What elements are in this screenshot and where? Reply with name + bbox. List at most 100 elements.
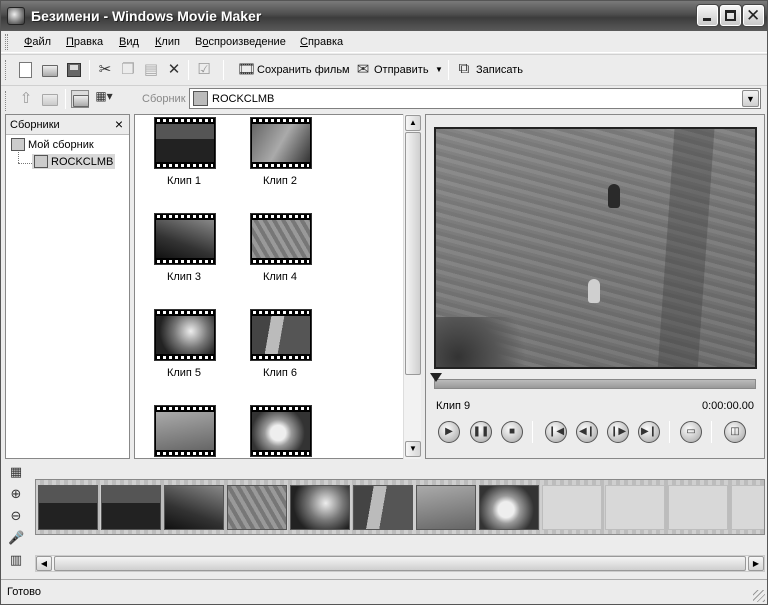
- window-title: Безимени - Windows Movie Maker: [31, 8, 262, 24]
- record-button[interactable]: Записать: [476, 64, 523, 76]
- clip-item[interactable]: Клип 3: [144, 213, 224, 303]
- storyboard-frame[interactable]: [353, 485, 413, 530]
- seek-marker-icon[interactable]: [430, 373, 442, 382]
- pause-icon: ❚❚: [472, 426, 490, 437]
- monitor-separator: [669, 421, 670, 443]
- storyboard-frame[interactable]: [479, 485, 539, 530]
- toolbar-separator: [223, 60, 224, 80]
- save-movie-icon[interactable]: 🎞: [237, 61, 257, 79]
- seek-bar[interactable]: [434, 379, 756, 389]
- split-clip-button[interactable]: ◫: [724, 421, 746, 443]
- movie-maker-icon[interactable]: [7, 7, 25, 25]
- send-dropdown-arrow-icon[interactable]: ▼: [435, 65, 443, 74]
- clip-item[interactable]: [144, 405, 224, 458]
- new-folder-icon: [42, 94, 58, 106]
- save-project-button[interactable]: [65, 61, 83, 79]
- record-icon[interactable]: ⧉: [455, 60, 473, 79]
- skip-back-icon: ❙◀: [547, 426, 565, 437]
- film-save-icon: 🎞: [237, 61, 257, 78]
- audio-levels-icon[interactable]: ▥: [8, 552, 24, 568]
- frame-forward-icon: ❙▶: [609, 426, 627, 437]
- send-button[interactable]: Отправить: [374, 64, 429, 76]
- storyboard-empty-frame[interactable]: [605, 485, 665, 530]
- cut-button[interactable]: ✂: [96, 61, 114, 79]
- paste-button[interactable]: ▤: [142, 61, 160, 79]
- resize-grip-icon[interactable]: [753, 590, 765, 602]
- delete-button[interactable]: ✕: [165, 61, 183, 79]
- previous-clip-button[interactable]: ❙◀: [545, 421, 567, 443]
- storyboard-frame[interactable]: [290, 485, 350, 530]
- save-disk-icon: [67, 63, 81, 77]
- climber-figure: [588, 279, 600, 303]
- storyboard-toggle-icon[interactable]: ▦: [8, 464, 24, 480]
- next-frame-button[interactable]: ❙▶: [607, 421, 629, 443]
- clip-item[interactable]: Клип 5: [144, 309, 224, 399]
- clips-vertical-scrollbar[interactable]: ▲ ▼: [403, 114, 421, 459]
- scroll-left-icon[interactable]: ◀: [36, 556, 52, 571]
- maximize-icon: [725, 10, 736, 21]
- send-icon[interactable]: ✉: [354, 61, 372, 79]
- pane-close-icon[interactable]: ×: [115, 116, 123, 132]
- storyboard-frame[interactable]: [38, 485, 98, 530]
- monitor-separator: [711, 421, 712, 443]
- menu-help[interactable]: Справка: [300, 36, 343, 48]
- menu-edit[interactable]: Правка: [66, 36, 103, 48]
- tree-item-my-collection[interactable]: Мой сборник: [11, 138, 94, 151]
- storyboard-frame[interactable]: [416, 485, 476, 530]
- scroll-thumb[interactable]: [54, 556, 746, 571]
- minimize-button[interactable]: [697, 5, 718, 26]
- storyboard-empty-frame[interactable]: [731, 485, 764, 530]
- close-button[interactable]: ✕: [743, 5, 764, 26]
- chevron-down-icon[interactable]: ▼: [742, 90, 759, 107]
- next-clip-button[interactable]: ▶❙: [638, 421, 660, 443]
- storyboard-empty-frame[interactable]: [542, 485, 602, 530]
- open-project-button[interactable]: [41, 61, 59, 79]
- scroll-right-icon[interactable]: ▶: [748, 556, 764, 571]
- tree-item-rockclmb[interactable]: ROCKCLMB: [32, 154, 116, 169]
- zoom-out-icon[interactable]: ⊖: [8, 508, 24, 524]
- stop-button[interactable]: ■: [501, 421, 523, 443]
- scroll-thumb[interactable]: [405, 132, 421, 375]
- copy-button[interactable]: ❐: [119, 61, 137, 79]
- clip-item[interactable]: Клип 6: [240, 309, 320, 399]
- menu-playback[interactable]: Воспроизведение: [195, 36, 286, 48]
- storyboard-empty-frame[interactable]: [668, 485, 728, 530]
- storyboard-frame[interactable]: [164, 485, 224, 530]
- previous-frame-button[interactable]: ◀❙: [576, 421, 598, 443]
- toolbar-grip[interactable]: [5, 60, 8, 80]
- menu-edit-label: Правка: [66, 36, 104, 48]
- new-collection-button[interactable]: [41, 90, 59, 108]
- full-screen-button[interactable]: ▭: [680, 421, 702, 443]
- zoom-in-icon[interactable]: ⊕: [8, 486, 24, 502]
- storyboard-horizontal-scrollbar[interactable]: ◀ ▶: [35, 555, 765, 572]
- status-text: Готово: [7, 586, 41, 598]
- storyboard-frame[interactable]: [227, 485, 287, 530]
- play-button[interactable]: ▶: [438, 421, 460, 443]
- save-movie-button[interactable]: Сохранить фильм: [257, 64, 350, 76]
- menu-clip[interactable]: Клип: [155, 36, 180, 48]
- properties-button[interactable]: ☑: [195, 61, 213, 79]
- clip-item[interactable]: Клип 4: [240, 213, 320, 303]
- collections-toggle-button[interactable]: [71, 90, 89, 108]
- scroll-down-icon[interactable]: ▼: [405, 441, 421, 457]
- record-narration-icon[interactable]: 🎤: [8, 530, 24, 546]
- toolbar-grip[interactable]: [5, 91, 8, 111]
- maximize-button[interactable]: [720, 5, 741, 26]
- clip-item[interactable]: [240, 405, 320, 458]
- scroll-up-icon[interactable]: ▲: [405, 115, 421, 131]
- views-icon: ▦▾: [95, 89, 113, 103]
- menu-view[interactable]: Вид: [119, 36, 139, 48]
- tree-item-label: Мой сборник: [28, 139, 94, 151]
- new-project-button[interactable]: [17, 61, 35, 79]
- storyboard-frame[interactable]: [101, 485, 161, 530]
- clip-item[interactable]: Клип 1: [144, 117, 224, 207]
- collection-select[interactable]: ROCKCLMB ▼: [189, 88, 761, 109]
- pause-button[interactable]: ❚❚: [470, 421, 492, 443]
- up-one-level-button[interactable]: ⇧: [17, 90, 35, 108]
- menubar-grip[interactable]: [5, 34, 8, 50]
- timeline-tools: ▦ ⊕ ⊖ 🎤 ▥: [1, 463, 29, 575]
- views-button[interactable]: ▦▾: [95, 89, 113, 108]
- menu-file[interactable]: Файл: [24, 36, 51, 48]
- clip-label: Клип 5: [166, 367, 202, 379]
- clip-item[interactable]: Клип 2: [240, 117, 320, 207]
